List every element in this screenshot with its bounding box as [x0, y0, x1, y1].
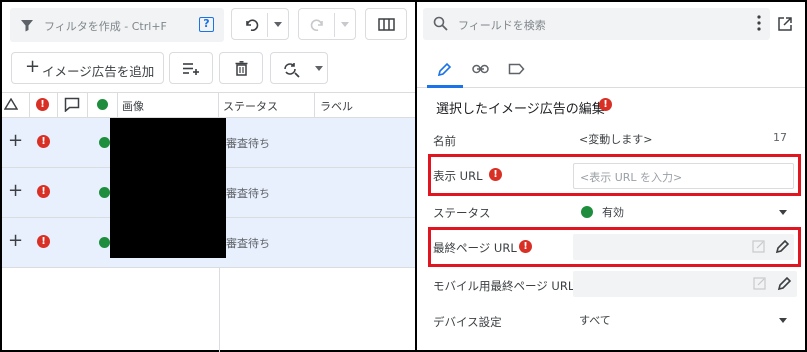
delete-button[interactable]	[219, 52, 263, 84]
replace-button[interactable]	[270, 52, 328, 84]
pencil-icon[interactable]	[775, 239, 790, 254]
row-error-icon: !	[37, 235, 50, 248]
field-search[interactable]: フィールドを検索	[423, 8, 770, 40]
add-image-ad-label: イメージ広告を追加	[42, 64, 155, 79]
header-label[interactable]: ラベル	[315, 93, 415, 117]
filter-icon	[21, 20, 33, 32]
header-status[interactable]: ステータス	[219, 93, 315, 117]
header-comment-cell[interactable]	[58, 93, 88, 117]
final-url-input[interactable]	[573, 234, 794, 260]
tab-labels[interactable]	[499, 56, 535, 88]
replace-dropdown-icon[interactable]	[315, 66, 323, 71]
row-error-icon: !	[37, 135, 50, 148]
filter-bar[interactable]: フィルタを作成 - Ctrl+F ?	[10, 8, 224, 42]
more-vert-icon[interactable]	[756, 14, 762, 32]
undo-icon	[246, 19, 259, 32]
sort-icon	[4, 98, 18, 110]
display-url-placeholder: <表示 URL を入力>	[580, 171, 683, 184]
row-status: 審査待ち	[226, 137, 270, 150]
undo-button[interactable]	[231, 8, 289, 40]
device-label: デバイス設定	[433, 315, 502, 329]
undo-separator	[267, 13, 268, 37]
expand-row-icon[interactable]: +	[8, 180, 23, 201]
playlist-add-icon	[183, 63, 199, 75]
section-error-icon: !	[599, 98, 612, 111]
display-url-input[interactable]: <表示 URL を入力>	[573, 163, 794, 189]
tab-edit[interactable]	[427, 56, 463, 88]
undo-dropdown-icon[interactable]	[274, 22, 282, 27]
redo-dropdown-icon[interactable]	[341, 22, 349, 27]
device-select[interactable]: すべて	[573, 307, 797, 333]
open-link-icon[interactable]	[753, 277, 766, 290]
editor-pane: フィールドを検索 選択したイメージ広告の編集 ! 名前 <変動します> 17 表…	[417, 2, 805, 350]
status-value: 有効	[602, 206, 624, 219]
open-link-icon[interactable]	[752, 240, 765, 253]
status-enabled-dot	[581, 206, 593, 218]
status-label: ステータス	[433, 206, 491, 220]
search-placeholder: フィールドを検索	[458, 19, 546, 32]
filter-placeholder: フィルタを作成 - Ctrl+F	[44, 20, 167, 33]
final-url-label: 最終ページ URL	[433, 241, 517, 255]
name-label: 名前	[433, 134, 456, 148]
plus-icon: +	[25, 56, 41, 77]
expand-row-icon[interactable]: +	[8, 130, 23, 151]
header-sort-cell[interactable]	[2, 93, 30, 117]
redo-button[interactable]	[298, 8, 356, 40]
name-value: <変動します>	[579, 133, 653, 146]
display-url-label: 表示 URL	[433, 169, 483, 183]
open-in-new-icon[interactable]	[777, 16, 793, 32]
chevron-down-icon	[779, 318, 787, 323]
add-image-ad-button[interactable]: + イメージ広告を追加	[11, 52, 164, 84]
header-status-label: ステータス	[223, 100, 278, 113]
search-icon	[433, 16, 448, 31]
ads-list-pane: フィルタを作成 - Ctrl+F ? + イメージ広告を追加 ! 画像 ステータ…	[2, 2, 415, 352]
error-icon: !	[36, 98, 49, 111]
label-icon	[508, 63, 525, 75]
status-select[interactable]: 有効	[573, 199, 797, 225]
status-dot-icon	[97, 99, 108, 110]
device-value: すべて	[579, 314, 611, 327]
column-divider	[219, 268, 220, 352]
help-icon[interactable]: ?	[199, 17, 214, 32]
name-field[interactable]: <変動します> 17	[573, 126, 797, 152]
columns-button[interactable]	[365, 8, 407, 40]
header-status-dot-cell[interactable]	[88, 93, 118, 117]
expand-row-icon[interactable]: +	[8, 230, 23, 251]
redo-separator	[334, 13, 335, 37]
comment-icon	[64, 97, 80, 112]
header-image[interactable]: 画像	[118, 93, 219, 117]
pencil-icon[interactable]	[777, 276, 792, 291]
mobile-final-url-input[interactable]	[573, 271, 797, 297]
pencil-icon	[437, 62, 452, 77]
row-status-dot	[99, 137, 110, 148]
row-status: 審査待ち	[226, 187, 270, 200]
row-status-dot	[99, 237, 110, 248]
header-error-cell[interactable]: !	[30, 93, 58, 117]
chevron-down-icon	[779, 210, 787, 215]
find-replace-icon	[284, 63, 300, 78]
link-icon	[472, 64, 489, 74]
final-url-error-icon: !	[519, 240, 532, 253]
tab-links[interactable]	[463, 56, 499, 88]
redo-icon	[310, 19, 323, 32]
mobile-final-url-label: モバイル用最終ページ URL	[433, 279, 575, 293]
row-status: 審査待ち	[226, 237, 270, 250]
table-header: ! 画像 ステータス ラベル	[2, 92, 415, 118]
add-to-list-button[interactable]	[169, 52, 213, 84]
header-image-label: 画像	[122, 100, 144, 113]
name-char-count: 17	[773, 131, 787, 144]
redacted-image-thumbnails	[110, 118, 226, 258]
header-label-label: ラベル	[320, 100, 353, 113]
columns-icon	[378, 18, 395, 31]
editor-tabs	[417, 50, 805, 88]
section-title: 選択したイメージ広告の編集	[436, 102, 605, 117]
row-error-icon: !	[37, 185, 50, 198]
display-url-error-icon: !	[489, 168, 502, 181]
trash-icon	[235, 61, 248, 76]
row-status-dot	[99, 187, 110, 198]
